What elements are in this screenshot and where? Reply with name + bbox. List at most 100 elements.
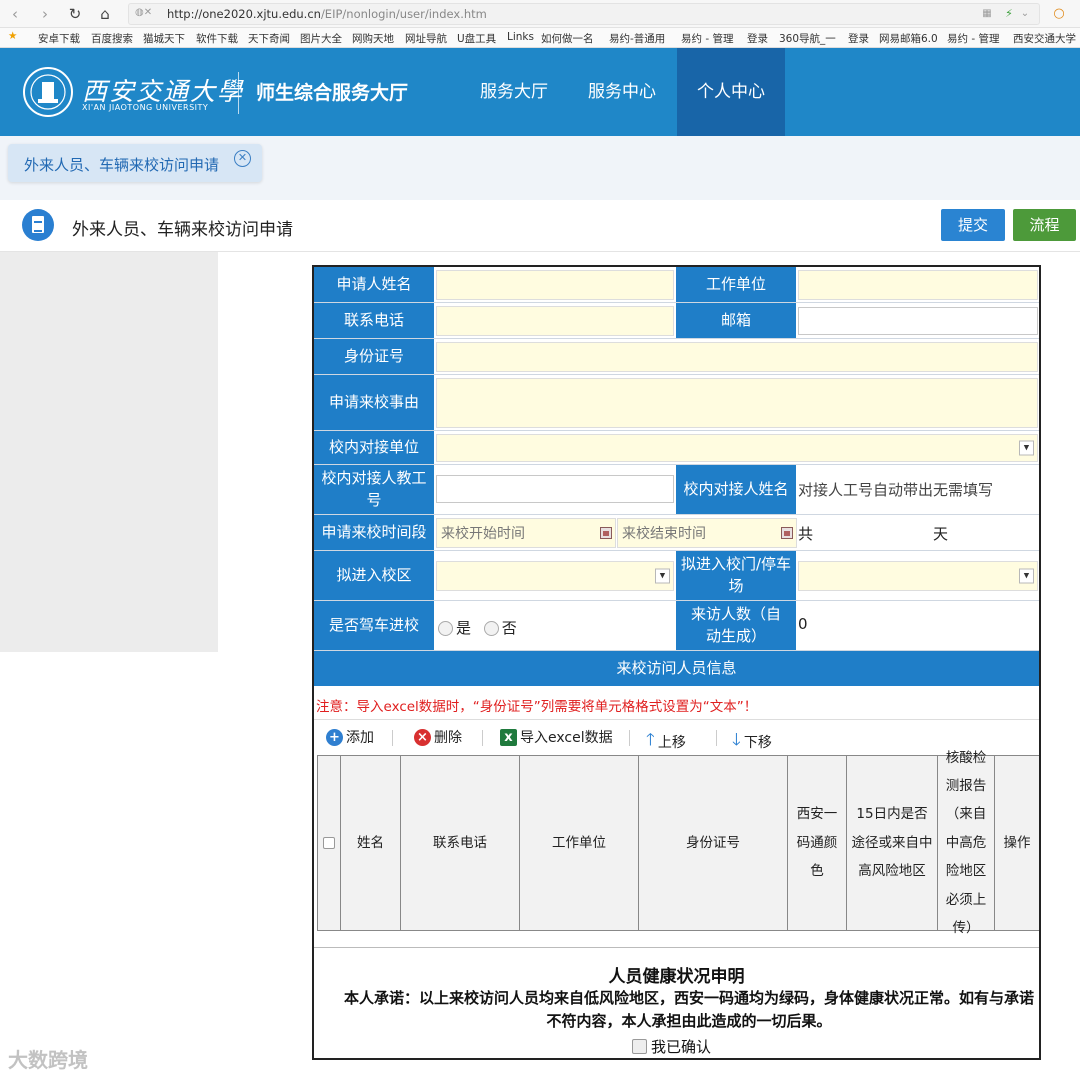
confirm-checkbox-row[interactable]: 我已确认 <box>632 1036 711 1057</box>
bookmark-item[interactable]: 易约 - 管理 <box>947 31 999 46</box>
column-header: 操作 <box>995 756 1039 930</box>
page-title: 外来人员、车辆来校访问申请 <box>72 220 293 240</box>
contact-dept-select[interactable]: ▼ <box>436 434 1038 462</box>
bookmark-item[interactable]: Links <box>507 31 534 43</box>
bookmark-item[interactable]: 如何做一名 <box>541 31 594 46</box>
applicant-name-input[interactable] <box>436 270 674 300</box>
radio-yes[interactable] <box>438 621 453 636</box>
nav-personal-center[interactable]: 个人中心 <box>677 48 785 136</box>
calendar-icon[interactable] <box>781 527 793 539</box>
bookmark-item[interactable]: 安卓下载 <box>38 31 80 46</box>
toolbar-divider <box>716 730 717 746</box>
delete-button[interactable]: × 删除 <box>414 727 462 747</box>
excel-icon: x <box>500 728 517 746</box>
application-form: 申请人姓名 工作单位 联系电话 邮箱 身份证号 申请来校事由 校内对接单位 ▼ … <box>312 265 1041 1060</box>
reload-icon[interactable]: ↻ <box>64 3 86 25</box>
url-prefix: http://one2020.xjtu.edu.cn <box>167 7 321 21</box>
id-number-label: 身份证号 <box>314 339 435 374</box>
tab-strip: 外来人员、车辆来校访问申请 ✕ <box>0 136 1080 200</box>
page-title-bar: 外来人员、车辆来校访问申请 提交 流程 <box>0 200 1080 252</box>
tab-label: 外来人员、车辆来校访问申请 <box>24 156 220 174</box>
nav-service-hall[interactable]: 服务大厅 <box>460 48 568 136</box>
nav-service-center[interactable]: 服务中心 <box>568 48 676 136</box>
radio-no[interactable] <box>483 621 499 636</box>
import-excel-button[interactable]: x 导入excel数据 <box>500 727 613 747</box>
header-divider <box>238 72 239 114</box>
contact-staff-no-input[interactable] <box>436 475 674 503</box>
import-notice: 注意：导入excel数据时，“身份证号”列需要将单元格格式设置为“文本”！ <box>316 699 758 715</box>
tab-visit-application[interactable]: 外来人员、车辆来校访问申请 ✕ <box>8 144 262 182</box>
gate-select[interactable]: ▼ <box>798 561 1038 591</box>
bookmark-item[interactable]: 猫城天下 <box>143 31 185 46</box>
phone-input[interactable] <box>436 306 674 336</box>
column-header: 工作单位 <box>520 756 639 930</box>
move-up-label: 上移 <box>657 734 686 751</box>
campus-label: 拟进入校区 <box>314 551 435 600</box>
form-row: 申请人姓名 工作单位 <box>314 267 1039 303</box>
bookmark-item[interactable]: 图片大全 <box>300 31 342 46</box>
reason-textarea[interactable] <box>436 378 1038 428</box>
add-button[interactable]: + 添加 <box>326 727 374 747</box>
bookmark-item[interactable]: 360导航_一 <box>779 31 836 46</box>
start-date-input[interactable]: 来校开始时间 <box>436 518 616 548</box>
university-logo-icon <box>23 67 73 117</box>
gate-label: 拟进入校门/停车场 <box>676 551 797 600</box>
applicant-name-label: 申请人姓名 <box>314 267 435 302</box>
campus-select[interactable]: ▼ <box>436 561 674 591</box>
work-unit-input[interactable] <box>798 270 1038 300</box>
home-icon[interactable]: ⌂ <box>94 3 116 25</box>
move-up-button[interactable]: 🡑 上移 <box>646 727 686 756</box>
contact-dept-label: 校内对接单位 <box>314 431 435 464</box>
back-icon[interactable]: ‹ <box>4 3 26 25</box>
form-row: 拟进入校区 ▼ 拟进入校门/停车场 ▼ <box>314 551 1039 601</box>
bookmark-item[interactable]: 百度搜索 <box>91 31 133 46</box>
bookmark-item[interactable]: 易约 - 管理 <box>681 31 733 46</box>
move-down-button[interactable]: 🡓 下移 <box>732 727 772 756</box>
confirm-checkbox[interactable] <box>632 1039 647 1054</box>
select-all-checkbox[interactable] <box>323 837 335 849</box>
bookmark-item[interactable]: 网易邮箱6.0 <box>879 31 938 46</box>
form-row: 联系电话 邮箱 <box>314 303 1039 339</box>
drive-label: 是否驾车进校 <box>314 601 435 650</box>
bookmark-item[interactable]: 西安交通大学 <box>1013 31 1076 46</box>
calendar-icon[interactable] <box>600 527 612 539</box>
flow-button[interactable]: 流程 <box>1013 209 1076 241</box>
url-input[interactable]: ◍✕ http://one2020.xjtu.edu.cn/EIP/nonlog… <box>128 3 1040 25</box>
form-row: 是否驾车进校 是 否 来访人数（自动生成） 0 <box>314 601 1039 651</box>
contact-name-label: 校内对接人姓名 <box>676 465 797 514</box>
toolbar-divider <box>392 730 393 746</box>
close-icon[interactable]: ✕ <box>234 150 251 167</box>
contact-staff-no-label: 校内对接人教工号 <box>314 465 435 514</box>
bookmark-item[interactable]: 软件下载 <box>196 31 238 46</box>
bookmark-item[interactable]: 登录 <box>848 31 869 46</box>
extension-icon[interactable]: ○ <box>1048 3 1070 25</box>
drive-radio-group: 是 否 <box>438 617 517 638</box>
grid-icon[interactable]: ▦ <box>976 3 998 25</box>
toolbar-divider <box>629 730 630 746</box>
url-path: /EIP/nonlogin/user/index.htm <box>320 7 487 21</box>
select-all-cell <box>318 756 341 930</box>
end-date-input[interactable]: 来校结束时间 <box>617 518 797 548</box>
logo-english: XI'AN JIAOTONG UNIVERSITY <box>82 103 209 112</box>
watermark: 大数跨境 <box>8 1048 88 1072</box>
bookmark-item[interactable]: U盘工具 <box>457 31 496 46</box>
email-field[interactable] <box>798 307 1038 335</box>
id-number-input[interactable] <box>436 342 1038 372</box>
column-header: 联系电话 <box>401 756 520 930</box>
total-label: 共 <box>798 525 814 543</box>
form-row: 申请来校时间段 来校开始时间 来校结束时间 共 天 <box>314 515 1039 551</box>
visitors-table: 姓名 联系电话 工作单位 身份证号 西安一码通颜色 15日内是否途径或来自中高风… <box>317 750 1039 936</box>
add-icon: + <box>326 728 343 746</box>
bookmark-item[interactable]: 网址导航 <box>405 31 447 46</box>
bookmark-item[interactable]: 易约-普通用 <box>609 31 665 46</box>
arrow-up-icon: 🡑 <box>646 730 655 750</box>
bookmark-item[interactable]: 天下奇闻 <box>248 31 290 46</box>
bookmark-item[interactable]: 登录 <box>747 31 768 46</box>
forward-icon[interactable]: › <box>34 3 56 25</box>
form-row: 校内对接单位 ▼ <box>314 431 1039 465</box>
bookmark-item[interactable]: 网购天地 <box>352 31 394 46</box>
submit-button[interactable]: 提交 <box>941 209 1005 241</box>
chevron-down-icon[interactable]: ⌄ <box>1014 3 1036 25</box>
visitor-count-value: 0 <box>798 615 808 633</box>
dropdown-arrow-icon: ▼ <box>655 568 670 584</box>
